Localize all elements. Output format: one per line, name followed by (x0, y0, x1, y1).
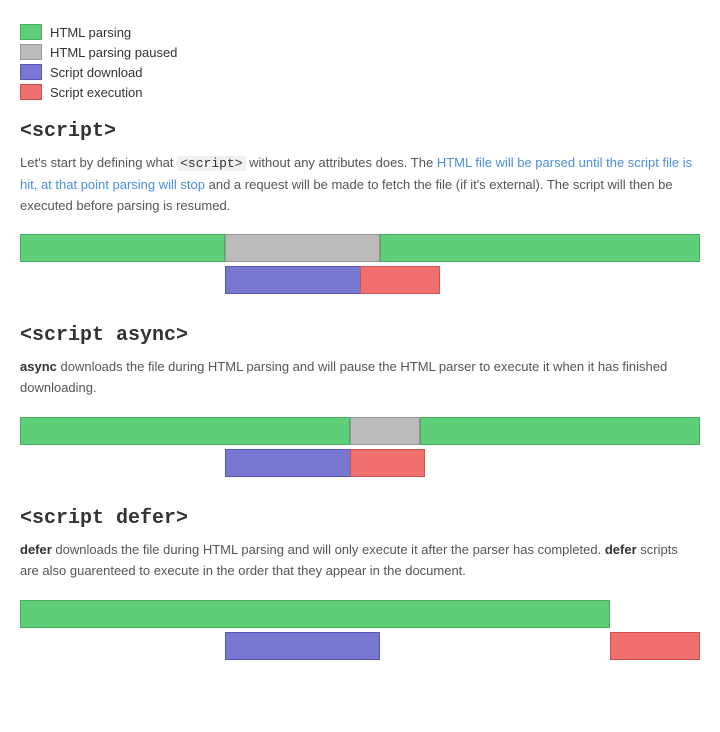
section-script: <script> Let's start by defining what <sc… (20, 120, 700, 294)
chart-row (20, 600, 700, 628)
legend-label: HTML parsing paused (50, 45, 177, 60)
chart-bar (350, 417, 420, 445)
sections-container: <script> Let's start by defining what <sc… (20, 120, 700, 660)
chart-bar (610, 632, 700, 660)
legend-section: HTML parsing HTML parsing paused Script … (20, 24, 700, 100)
section-desc: async downloads the file during HTML par… (20, 357, 700, 399)
chart-container (20, 417, 700, 477)
legend-label: HTML parsing (50, 25, 131, 40)
chart-bar (225, 266, 380, 294)
legend-color-box (20, 84, 42, 100)
chart-row (20, 266, 700, 294)
section-title: <script defer> (20, 507, 700, 530)
chart-row (20, 234, 700, 262)
chart-container (20, 234, 700, 294)
legend-color-box (20, 64, 42, 80)
legend-item: HTML parsing paused (20, 44, 700, 60)
chart-bar (225, 449, 355, 477)
legend-item: HTML parsing (20, 24, 700, 40)
section-title: <script> (20, 120, 700, 143)
chart-row (20, 449, 700, 477)
chart-bar (20, 417, 350, 445)
chart-bar (380, 234, 700, 262)
chart-bar (225, 632, 380, 660)
section-desc: defer downloads the file during HTML par… (20, 540, 700, 582)
legend-item: Script download (20, 64, 700, 80)
chart-bar (420, 417, 700, 445)
chart-bar (20, 600, 610, 628)
section-script-defer: <script defer> defer downloads the file d… (20, 507, 700, 660)
chart-row (20, 417, 700, 445)
legend-label: Script execution (50, 85, 143, 100)
section-desc: Let's start by defining what <script> wi… (20, 153, 700, 216)
chart-bar (360, 266, 440, 294)
section-title: <script async> (20, 324, 700, 347)
section-script-async: <script async> async downloads the file d… (20, 324, 700, 477)
chart-bar (350, 449, 425, 477)
legend-item: Script execution (20, 84, 700, 100)
legend-items: HTML parsing HTML parsing paused Script … (20, 24, 700, 100)
legend-color-box (20, 44, 42, 60)
legend-color-box (20, 24, 42, 40)
chart-container (20, 600, 700, 660)
chart-bar (20, 234, 225, 262)
chart-bar (225, 234, 380, 262)
legend-label: Script download (50, 65, 143, 80)
chart-row (20, 632, 700, 660)
